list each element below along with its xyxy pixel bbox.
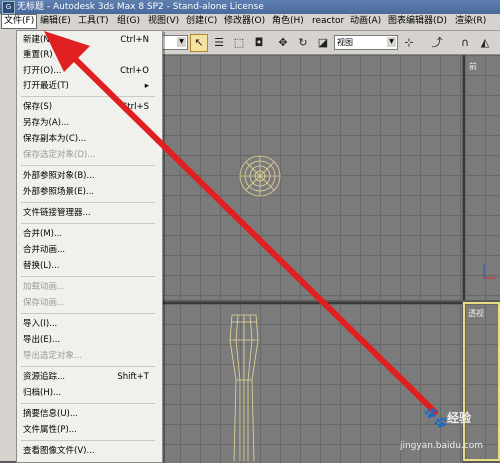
watermark: 🐾 经验 jingyan.baidu.com	[383, 401, 500, 461]
watermark-url: jingyan.baidu.com	[399, 441, 484, 451]
paw-logo-icon: 🐾	[423, 405, 448, 429]
watermark-brand: 经验	[447, 411, 472, 425]
annotation-arrow	[44, 31, 438, 415]
